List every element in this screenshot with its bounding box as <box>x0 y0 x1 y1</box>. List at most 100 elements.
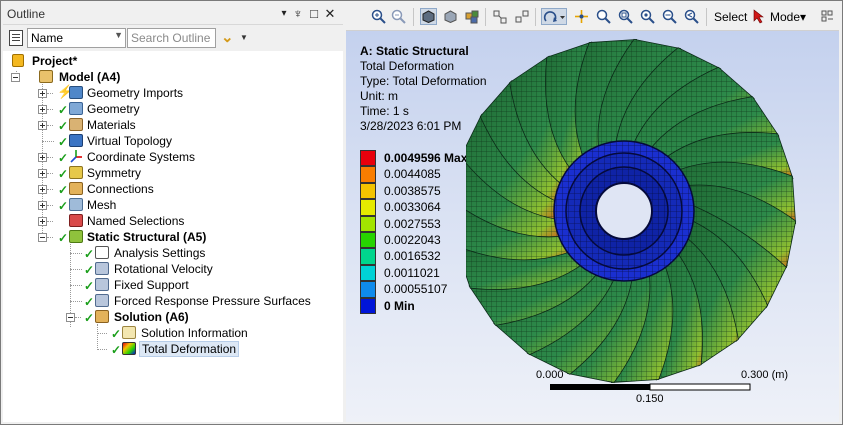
tree-item-label: Virtual Topology <box>87 134 172 148</box>
filter-select-value: Name <box>31 31 64 45</box>
rotate-icon[interactable] <box>541 8 567 25</box>
tree-item-named-selections[interactable]: Named Selections <box>3 213 343 229</box>
mesh-icon <box>69 198 83 211</box>
check-icon: ✓ <box>58 135 69 149</box>
zoom-box-icon[interactable] <box>617 8 634 25</box>
model-icon <box>39 70 53 83</box>
tree-item-label: Forced Response Pressure Surfaces <box>114 294 311 308</box>
tree-item-connections[interactable]: ✓ Connections <box>3 181 343 197</box>
tree-item-label: Named Selections <box>87 214 185 228</box>
zoom-previous-icon[interactable] <box>683 8 700 25</box>
tree-item-analysis-settings[interactable]: ✓ Analysis Settings <box>3 245 343 261</box>
filter-select[interactable]: Name ▼ <box>27 28 126 48</box>
dropdown-arrow-icon[interactable]: ▼ <box>240 33 248 42</box>
legend-label: 0.0016532 <box>384 249 441 264</box>
legend-swatch <box>360 199 376 216</box>
tree-item-geometry[interactable]: ✓ Geometry <box>3 101 343 117</box>
section-box-icon[interactable] <box>492 8 509 25</box>
tree-item-label: Fixed Support <box>114 278 189 292</box>
pin-icon[interactable]: ♆ <box>291 5 305 22</box>
check-icon: ✓ <box>111 327 122 341</box>
expand-icon[interactable] <box>38 121 47 130</box>
tree-item-materials[interactable]: ✓ Materials <box>3 117 343 133</box>
tree-item-geometry-imports[interactable]: ⚡ Geometry Imports <box>3 85 343 101</box>
box-select-icon[interactable] <box>514 8 531 25</box>
scale-right-label: 0.300 (m) <box>741 369 789 381</box>
multi-body-icon[interactable] <box>464 8 481 25</box>
expand-icon[interactable] <box>38 153 47 162</box>
legend-swatch <box>360 281 376 298</box>
tree-item-model[interactable]: Model (A4) <box>3 69 343 85</box>
tree-item-label: Model (A4) <box>59 70 121 84</box>
collapse-icon[interactable] <box>66 313 75 322</box>
tree-item-coordinate-systems[interactable]: ✓ Coordinate Systems <box>3 149 343 165</box>
select-cursor-icon[interactable] <box>752 8 766 25</box>
tree-item-label: Solution Information <box>141 326 248 340</box>
solution-icon <box>95 310 109 323</box>
tree-item-fixed-support[interactable]: ✓ Fixed Support <box>3 277 343 293</box>
zoom-to-fit-icon[interactable] <box>639 8 656 25</box>
tree-item-label: Total Deformation <box>139 341 240 357</box>
pan-icon[interactable] <box>573 8 590 25</box>
solution-information-icon <box>122 326 136 339</box>
check-icon: ✓ <box>84 279 95 293</box>
zoom-out-icon[interactable] <box>390 8 407 25</box>
tree-item-solution-information[interactable]: ✓ Solution Information <box>3 325 343 341</box>
expand-icon[interactable] <box>38 105 47 114</box>
tree-item-project[interactable]: Project* <box>3 53 343 69</box>
tree-item-label: Materials <box>87 118 136 132</box>
expand-icon[interactable] <box>38 185 47 194</box>
zoom-icon[interactable] <box>595 8 612 25</box>
tree-item-mesh[interactable]: ✓ Mesh <box>3 197 343 213</box>
hub-bore <box>595 182 653 240</box>
graphics-viewport[interactable]: A: Static Structural Total Deformation T… <box>346 31 839 422</box>
tree-item-virtual-topology[interactable]: ✓ Virtual Topology <box>3 133 343 149</box>
analysis-settings-icon <box>95 246 109 259</box>
expand-icon[interactable] <box>38 169 47 178</box>
maximize-icon[interactable]: □ <box>307 5 321 22</box>
expand-chevron-icon[interactable]: ⌄ <box>221 28 234 46</box>
legend-label: 0.0033064 <box>384 200 441 215</box>
tree-item-solution[interactable]: ✓ Solution (A6) <box>3 309 343 325</box>
bladed-disk-model[interactable] <box>466 31 839 422</box>
check-icon: ✓ <box>84 311 95 325</box>
expand-icon[interactable] <box>38 201 47 210</box>
tree-item-label: Project* <box>32 54 78 68</box>
check-icon: ✓ <box>58 151 69 165</box>
panel-menu-icon[interactable]: ▾ <box>277 5 291 22</box>
check-icon: ✓ <box>84 295 95 309</box>
tree-item-symmetry[interactable]: ✓ Symmetry <box>3 165 343 181</box>
collapse-icon[interactable] <box>11 73 20 82</box>
tree-item-label: Connections <box>87 182 154 196</box>
legend-swatch <box>360 166 376 183</box>
legend-label: 0.0027553 <box>384 216 441 231</box>
selection-filter-icon[interactable] <box>819 8 836 25</box>
tree-item-rotational-velocity[interactable]: ✓ Rotational Velocity <box>3 261 343 277</box>
legend-label: 0.0011021 <box>384 265 440 280</box>
solid-view-icon[interactable] <box>420 8 437 25</box>
graphics-panel: Select Mode▾ A: Static Structural Total … <box>346 3 839 422</box>
graphics-toolbar: Select Mode▾ <box>346 3 839 31</box>
filter-type-icon[interactable] <box>9 30 23 46</box>
virtual-topology-icon <box>69 134 83 147</box>
legend-label: 0.0022043 <box>384 232 441 247</box>
shaded-view-icon[interactable] <box>442 8 459 25</box>
collapse-icon[interactable] <box>38 233 47 242</box>
magnifier-icon[interactable] <box>661 8 678 25</box>
outline-panel: Outline ▾ ♆ □ ✕ Name ▼ ⌄ ▼ <box>3 3 343 422</box>
search-outline-input[interactable] <box>127 28 216 48</box>
close-icon[interactable]: ✕ <box>323 5 337 22</box>
tree-item-static-structural[interactable]: ✓ Static Structural (A5) <box>3 229 343 245</box>
mode-dropdown[interactable]: Mode▾ <box>770 10 806 24</box>
expand-icon[interactable] <box>38 89 47 98</box>
tree-item-label: Geometry <box>87 102 140 116</box>
select-label[interactable]: Select <box>714 10 747 24</box>
expand-icon[interactable] <box>38 217 47 226</box>
tree-item-total-deformation[interactable]: ✓ Total Deformation <box>3 341 343 357</box>
zoom-in-icon[interactable] <box>370 8 387 25</box>
tree-item-forced-response-pressure-surfaces[interactable]: ✓ Forced Response Pressure Surfaces <box>3 293 343 309</box>
legend-label: 0.0049596 Max <box>384 151 468 165</box>
deformation-result-icon <box>122 342 136 355</box>
tree-item-label: Coordinate Systems <box>87 150 196 164</box>
outline-title-bar: Outline ▾ ♆ □ ✕ <box>3 3 343 25</box>
